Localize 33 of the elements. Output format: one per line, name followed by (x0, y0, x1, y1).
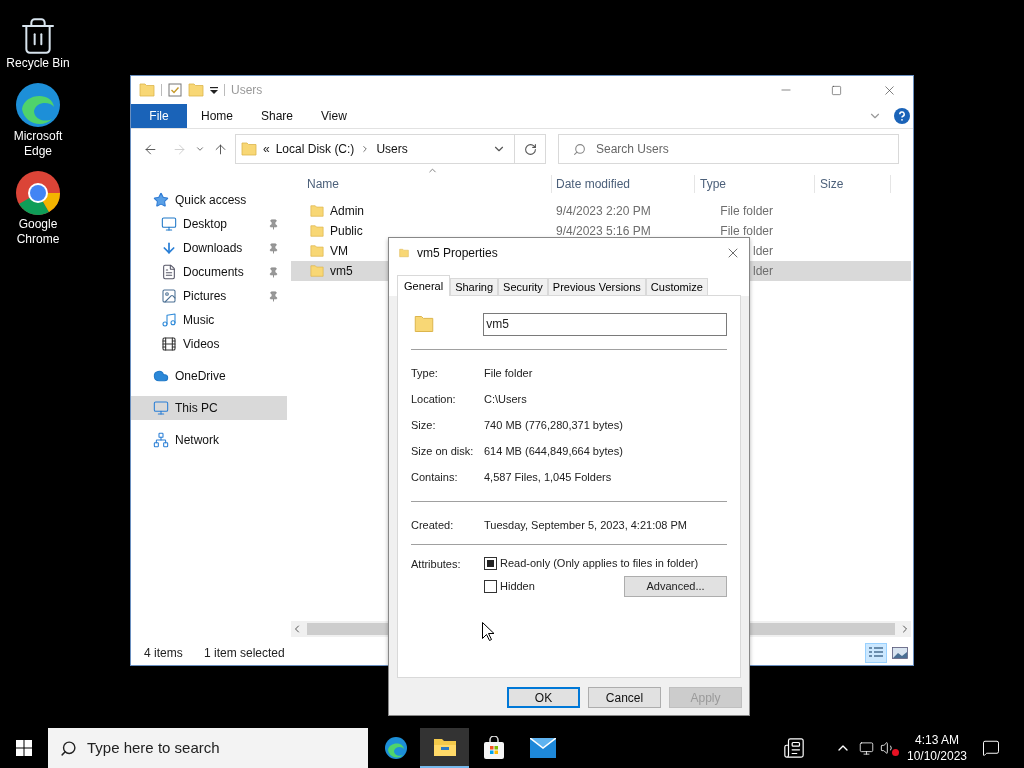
file-name: vm5 (330, 263, 353, 280)
item-count: 4 items (144, 645, 184, 662)
property-value: 740 MB (776,280,371 bytes) (484, 417, 623, 433)
property-value: File folder (484, 365, 533, 381)
desktop-icon-label: Microsoft Edge (12, 129, 64, 159)
property-value: Tuesday, September 5, 2023, 4:21:08 PM (484, 517, 687, 533)
property-value: 614 MB (644,849,664 bytes) (484, 443, 623, 459)
date-modified: 9/4/2023 2:20 PM (556, 204, 651, 218)
date-modified: 9/4/2023 5:16 PM (556, 224, 651, 238)
property-label: Created: (411, 517, 455, 533)
file-type: File folder (720, 203, 773, 220)
breadcrumb-overflow: « (263, 141, 270, 158)
property-label: Size on disk: (411, 443, 475, 459)
property-value: C:\Users (484, 391, 527, 407)
desktop-icon-label: Recycle Bin (5, 56, 71, 71)
selection-status: 1 item selected (204, 645, 286, 662)
property-label: Location: (411, 391, 457, 407)
property-label: Attributes: (411, 557, 462, 572)
window-title: Users (231, 82, 264, 99)
clock-date: 10/10/2023 (906, 748, 968, 764)
file-type: lder (753, 263, 773, 280)
desktop-icon-label: Google Chrome (15, 217, 61, 247)
clock-time: 4:13 AM (915, 732, 959, 748)
property-label: Type: (411, 365, 439, 381)
file-type: File folder (720, 223, 773, 240)
property-value: 4,587 Files, 1,045 Folders (484, 469, 612, 485)
file-type: lder (753, 243, 773, 260)
property-label: Contains: (411, 469, 459, 485)
dialog-title: vm5 Properties (417, 244, 499, 262)
file-name: Public (330, 223, 363, 240)
property-label: Size: (411, 417, 437, 433)
file-name: Admin (330, 203, 364, 220)
file-name: VM (330, 243, 348, 260)
